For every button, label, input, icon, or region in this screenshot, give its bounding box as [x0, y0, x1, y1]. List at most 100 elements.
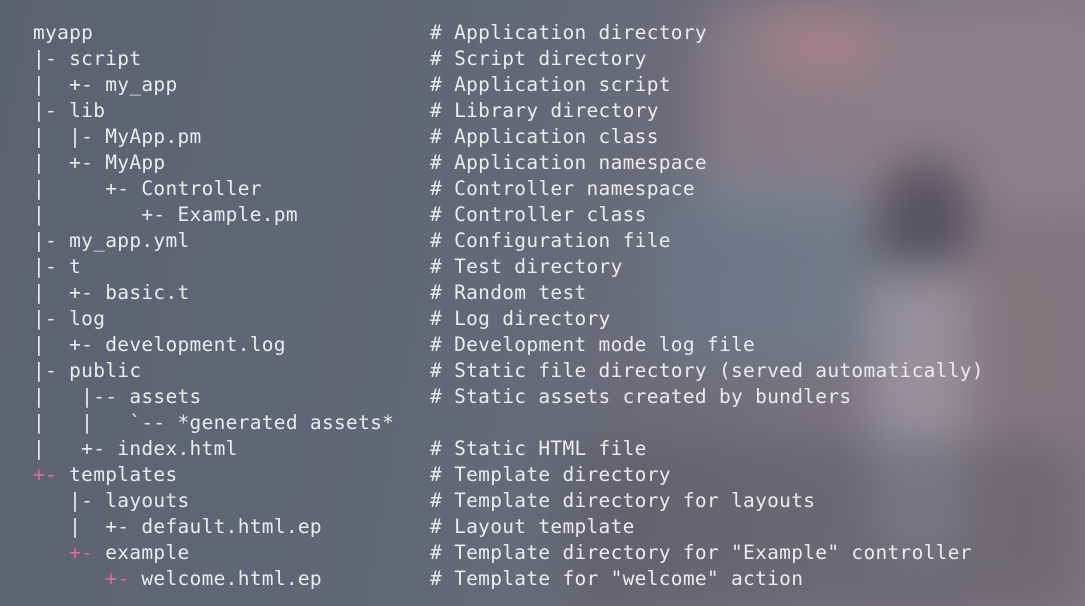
- tree-entry: | +- MyApp: [33, 150, 430, 176]
- tree-branch: |-: [33, 47, 70, 70]
- tree-row: |- t # Test directory: [33, 254, 984, 280]
- tree-item-comment: # Configuration file: [430, 229, 671, 252]
- tree-branch-highlight: +-: [105, 567, 142, 590]
- tree-row: +- example # Template directory for "Exam…: [33, 540, 984, 566]
- tree-item-name: my_app.yml: [69, 229, 190, 252]
- tree-entry: +- welcome.html.ep: [33, 566, 430, 592]
- tree-branch: | |-: [33, 125, 106, 148]
- tree-row: | | `-- *generated assets*: [33, 410, 984, 436]
- tree-item-name: templates: [69, 463, 178, 486]
- tree-item-name: log: [69, 307, 106, 330]
- tree-row: | +- index.html # Static HTML file: [33, 436, 984, 462]
- tree-item-name: public: [69, 359, 142, 382]
- tree-branch: | | `--: [33, 411, 178, 434]
- tree-row: | +- default.html.ep # Layout template: [33, 514, 984, 540]
- tree-branch: | +-: [33, 203, 178, 226]
- tree-item-comment: # Template directory for "Example" contr…: [430, 541, 972, 564]
- tree-item-name: Example.pm: [177, 203, 298, 226]
- tree-row: +- templates # Template directory: [33, 462, 984, 488]
- tree-item-comment: # Application namespace: [430, 151, 707, 174]
- tree-entry: |- my_app.yml: [33, 228, 430, 254]
- tree-item-comment: # Static HTML file: [430, 437, 647, 460]
- tree-item-comment: # Application class: [430, 125, 659, 148]
- tree-item-name: assets: [129, 385, 202, 408]
- tree-entry: |- public: [33, 358, 430, 384]
- tree-row: |- layouts # Template directory for layou…: [33, 488, 984, 514]
- tree-entry: | +- Example.pm: [33, 202, 430, 228]
- tree-item-comment: # Script directory: [430, 47, 647, 70]
- tree-entry: | +- development.log: [33, 332, 430, 358]
- tree-entry: |- log: [33, 306, 430, 332]
- tree-entry: | +- Controller: [33, 176, 430, 202]
- tree-item-name: *generated assets*: [177, 411, 395, 434]
- tree-row: |- log # Log directory: [33, 306, 984, 332]
- tree-item-comment: # Random test: [430, 281, 587, 304]
- tree-entry: | +- my_app: [33, 72, 430, 98]
- tree-item-comment: # Template for "welcome" action: [430, 567, 804, 590]
- tree-branch: | |--: [33, 385, 130, 408]
- tree-row: | +- MyApp # Application namespace: [33, 150, 984, 176]
- tree-branch: |-: [33, 99, 70, 122]
- tree-item-comment: # Layout template: [430, 515, 635, 538]
- tree-branch: |-: [33, 359, 70, 382]
- tree-entry: | |-- assets: [33, 384, 430, 410]
- tree-item-name: Controller: [141, 177, 262, 200]
- tree-branch: |-: [33, 489, 106, 512]
- tree-branch: [33, 567, 105, 590]
- tree-item-name: default.html.ep: [141, 515, 322, 538]
- tree-item-name: index.html: [117, 437, 238, 460]
- tree-entry: +- example: [33, 540, 430, 566]
- tree-entry: +- templates: [33, 462, 430, 488]
- tree-row: | +- Example.pm # Controller class: [33, 202, 984, 228]
- tree-item-name: script: [69, 47, 142, 70]
- tree-item-comment: # Development mode log file: [430, 333, 756, 356]
- tree-item-comment: # Application script: [430, 73, 671, 96]
- tree-item-comment: # Template directory for layouts: [430, 489, 816, 512]
- tree-branch: [33, 541, 69, 564]
- tree-branch: | +-: [33, 333, 106, 356]
- tree-item-name: t: [69, 255, 82, 278]
- tree-item-comment: # Controller class: [430, 203, 647, 226]
- tree-item-name: example: [105, 541, 190, 564]
- tree-branch: | +-: [33, 151, 106, 174]
- tree-row: | +- Controller # Controller namespace: [33, 176, 984, 202]
- tree-item-name: welcome.html.ep: [141, 567, 322, 590]
- directory-tree-listing: myapp # Application directory |- script # S…: [33, 20, 984, 592]
- tree-entry: | +- index.html: [33, 436, 430, 462]
- tree-branch-highlight: +-: [69, 541, 106, 564]
- tree-row: | +- development.log # Development mode l…: [33, 332, 984, 358]
- tree-row: |- public # Static file directory (served…: [33, 358, 984, 384]
- tree-item-name: basic.t: [105, 281, 190, 304]
- tree-row: |- my_app.yml # Configuration file: [33, 228, 984, 254]
- tree-entry: |- script: [33, 46, 430, 72]
- tree-item-comment: # Application directory: [430, 21, 707, 44]
- tree-item-comment: # Log directory: [430, 307, 611, 330]
- tree-branch: | +-: [33, 437, 118, 460]
- tree-item-name: MyApp.pm: [105, 125, 202, 148]
- tree-branch-highlight: +-: [33, 463, 70, 486]
- tree-item-name: myapp: [33, 21, 94, 44]
- tree-row: +- welcome.html.ep # Template for "welcom…: [33, 566, 984, 592]
- tree-row: | |-- assets # Static assets created by b…: [33, 384, 984, 410]
- tree-item-name: lib: [69, 99, 106, 122]
- tree-branch: | +-: [33, 515, 142, 538]
- tree-item-comment: # Library directory: [430, 99, 659, 122]
- tree-branch: |-: [33, 255, 70, 278]
- tree-item-name: MyApp: [105, 151, 166, 174]
- tree-item-comment: # Controller namespace: [430, 177, 695, 200]
- tree-item-comment: # Static assets created by bundlers: [430, 385, 852, 408]
- tree-entry: |- layouts: [33, 488, 430, 514]
- tree-row: |- script # Script directory: [33, 46, 984, 72]
- tree-item-name: development.log: [105, 333, 286, 356]
- tree-item-name: my_app: [105, 73, 178, 96]
- tree-branch: | +-: [33, 177, 142, 200]
- tree-item-comment: # Static file directory (served automati…: [430, 359, 984, 382]
- tree-row: | +- my_app # Application script: [33, 72, 984, 98]
- tree-entry: |- lib: [33, 98, 430, 124]
- tree-entry: |- t: [33, 254, 430, 280]
- tree-branch: |-: [33, 307, 70, 330]
- tree-row: myapp # Application directory: [33, 20, 984, 46]
- tree-entry: | | `-- *generated assets*: [33, 410, 430, 436]
- tree-item-comment: # Template directory: [430, 463, 671, 486]
- tree-entry: | +- basic.t: [33, 280, 430, 306]
